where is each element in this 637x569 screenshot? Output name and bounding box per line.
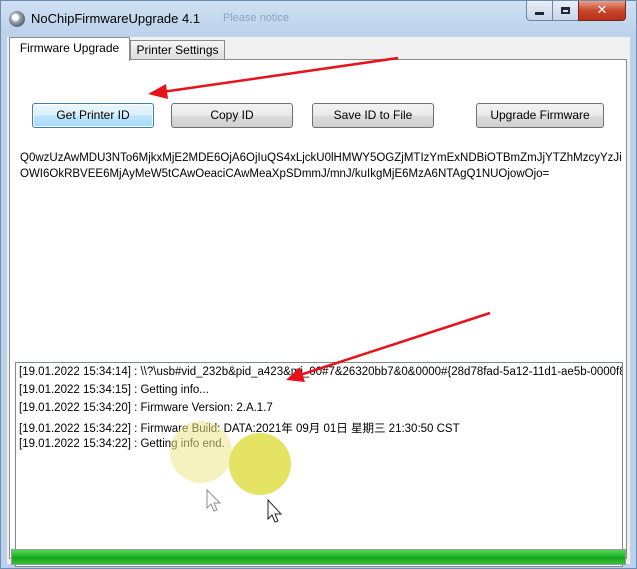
maximize-icon	[561, 7, 570, 14]
maximize-button[interactable]	[552, 1, 579, 21]
printer-id-text[interactable]: Q0wzUzAwMDU3NTo6MjkxMjE2MDE6OjA6OjIuQS4x…	[20, 151, 624, 331]
app-window: NoChipFirmwareUpgrade 4.1 Please notice …	[0, 0, 637, 569]
window-title-ghost-text: Please notice	[223, 12, 290, 24]
click-highlight-halo	[229, 433, 291, 495]
minimize-button[interactable]	[526, 1, 553, 21]
tab-firmware-upgrade[interactable]: Firmware Upgrade	[9, 37, 130, 61]
copy-id-button[interactable]: Copy ID	[171, 103, 293, 128]
log-line: [19.01.2022 15:34:15] : Getting info...	[19, 384, 209, 396]
log-line: [19.01.2022 15:34:22] : Firmware Build: …	[19, 423, 460, 435]
title-bar[interactable]: NoChipFirmwareUpgrade 4.1 Please notice …	[1, 1, 636, 37]
upgrade-firmware-button[interactable]: Upgrade Firmware	[476, 103, 604, 128]
close-icon: ✕	[596, 3, 608, 18]
minimize-icon	[535, 12, 544, 15]
get-printer-id-button[interactable]: Get Printer ID	[32, 103, 154, 128]
client-area: Firmware Upgrade Printer Settings Get Pr…	[7, 37, 630, 567]
save-id-to-file-button[interactable]: Save ID to File	[312, 103, 434, 128]
click-highlight-halo	[170, 421, 232, 483]
app-disc-icon	[9, 11, 25, 27]
progress-bar	[11, 549, 626, 565]
log-line: [19.01.2022 15:34:20] : Firmware Version…	[19, 402, 273, 414]
log-line: [19.01.2022 15:34:14] : \\?\usb#vid_232b…	[19, 366, 623, 378]
log-output[interactable]: [19.01.2022 15:34:14] : \\?\usb#vid_232b…	[15, 362, 623, 567]
progress-fill	[12, 550, 625, 564]
close-button[interactable]: ✕	[578, 1, 626, 21]
tab-printer-settings[interactable]: Printer Settings	[130, 40, 225, 60]
window-title: NoChipFirmwareUpgrade 4.1	[31, 11, 201, 26]
firmware-upgrade-panel: Get Printer ID Copy ID Save ID to File U…	[9, 59, 627, 567]
